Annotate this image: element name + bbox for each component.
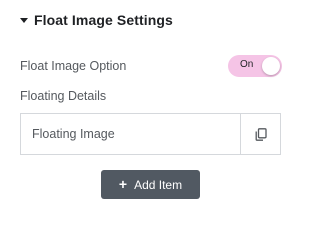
repeater-item: Floating Image <box>20 113 281 155</box>
float-option-label: Float Image Option <box>20 59 127 73</box>
duplicate-icon <box>255 127 267 141</box>
duplicate-button[interactable] <box>240 114 280 154</box>
floating-details-label: Floating Details <box>20 89 107 103</box>
caret-down-icon <box>20 18 28 23</box>
switch-knob <box>262 57 280 75</box>
section-title: Float Image Settings <box>34 12 173 28</box>
plus-icon: + <box>118 176 128 192</box>
float-option-switch[interactable]: On <box>228 55 282 77</box>
section-toggle[interactable]: Float Image Settings <box>20 12 173 28</box>
settings-panel: Float Image Settings Float Image Option … <box>0 0 290 240</box>
repeater-item-title[interactable]: Floating Image <box>21 114 240 154</box>
add-item-button[interactable]: + Add Item <box>101 170 200 199</box>
float-option-control: Float Image Option On <box>20 55 282 77</box>
switch-on-label: On <box>240 59 254 70</box>
add-item-label: Add Item <box>134 177 183 192</box>
